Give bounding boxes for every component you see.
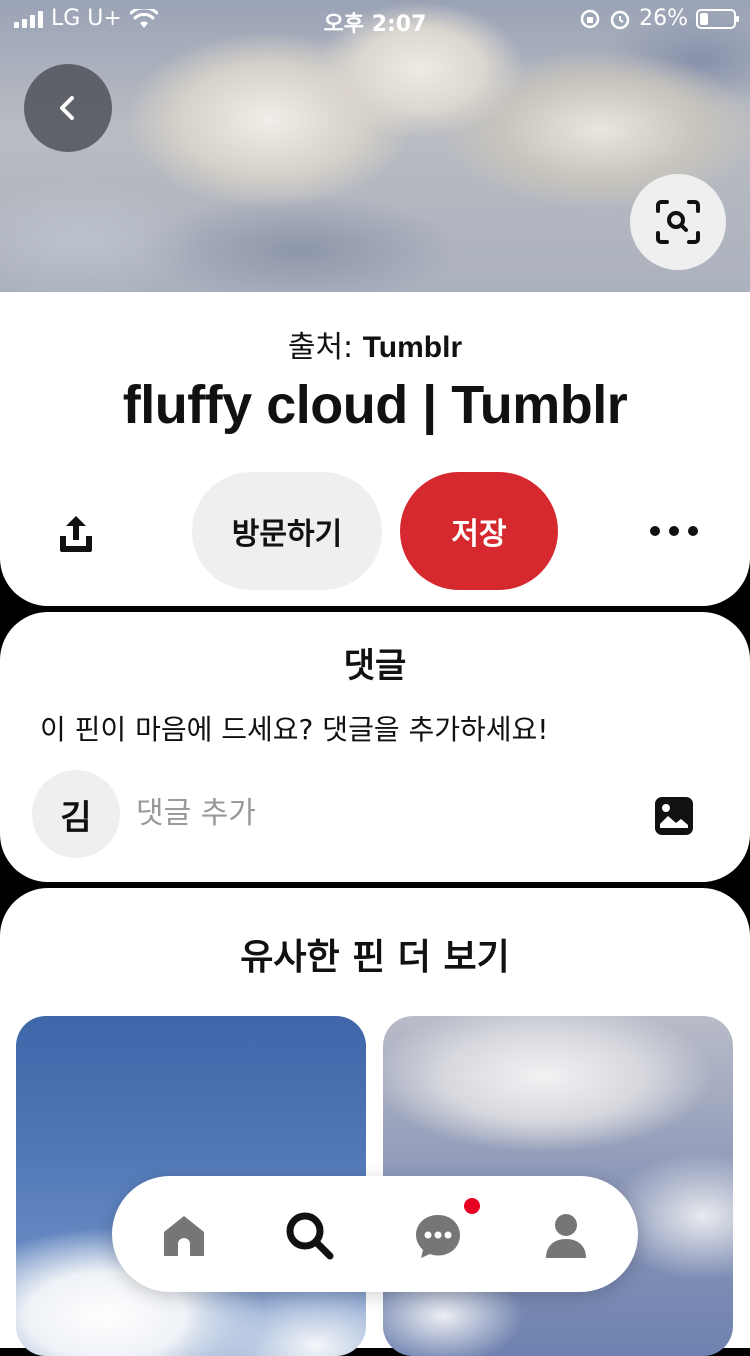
- save-button[interactable]: 저장: [400, 472, 558, 590]
- comments-title: 댓글: [343, 646, 407, 686]
- visit-button[interactable]: 방문하기: [192, 472, 382, 590]
- comment-input[interactable]: [136, 788, 616, 838]
- status-right: 26%: [579, 6, 739, 31]
- source-prefix: 출처:: [287, 330, 354, 365]
- alarm-icon: [610, 10, 630, 29]
- back-icon: [60, 96, 74, 120]
- back-button[interactable]: [24, 64, 112, 152]
- profile-icon: [546, 1214, 586, 1258]
- nav-home-tab[interactable]: [156, 1208, 212, 1264]
- home-icon: [164, 1216, 204, 1256]
- comments-card: 댓글 이 핀이 마음에 드세요? 댓글을 추가하세요! 김: [0, 612, 750, 882]
- more-icon: [650, 526, 660, 536]
- rotation-lock-icon: [580, 9, 600, 28]
- messages-icon: [416, 1215, 460, 1258]
- similar-pins-title: 유사한 핀 더 보기: [240, 937, 510, 978]
- pin-details-card: 출처: Tumblr fluffy cloud | Tumblr 방문하기 저장: [0, 292, 750, 606]
- battery-icon: [696, 8, 739, 29]
- source-name: Tumblr: [362, 331, 463, 364]
- search-icon: [286, 1212, 334, 1260]
- comments-prompt: 이 핀이 마음에 드세요? 댓글을 추가하세요!: [40, 713, 549, 746]
- avatar[interactable]: 김: [32, 770, 120, 858]
- pin-image[interactable]: [0, 0, 750, 320]
- battery-percent: 26%: [639, 6, 688, 31]
- share-button[interactable]: [52, 510, 100, 558]
- visual-search-button[interactable]: [630, 174, 726, 270]
- add-image-button[interactable]: [654, 796, 694, 836]
- visual-search-icon: [656, 200, 700, 244]
- nav-profile-tab[interactable]: [538, 1208, 594, 1264]
- nav-messages-tab[interactable]: [410, 1208, 466, 1264]
- pin-source[interactable]: 출처: Tumblr: [0, 322, 750, 366]
- image-icon: [655, 797, 693, 835]
- share-icon: [60, 516, 92, 552]
- nav-search-tab[interactable]: [282, 1208, 338, 1264]
- pin-title: fluffy cloud | Tumblr: [122, 375, 628, 435]
- status-bar: LG U+ 오후 2:07 26%: [0, 0, 750, 40]
- more-options-button[interactable]: [650, 514, 698, 548]
- notification-badge: [464, 1198, 480, 1214]
- bottom-navigation: [112, 1176, 638, 1292]
